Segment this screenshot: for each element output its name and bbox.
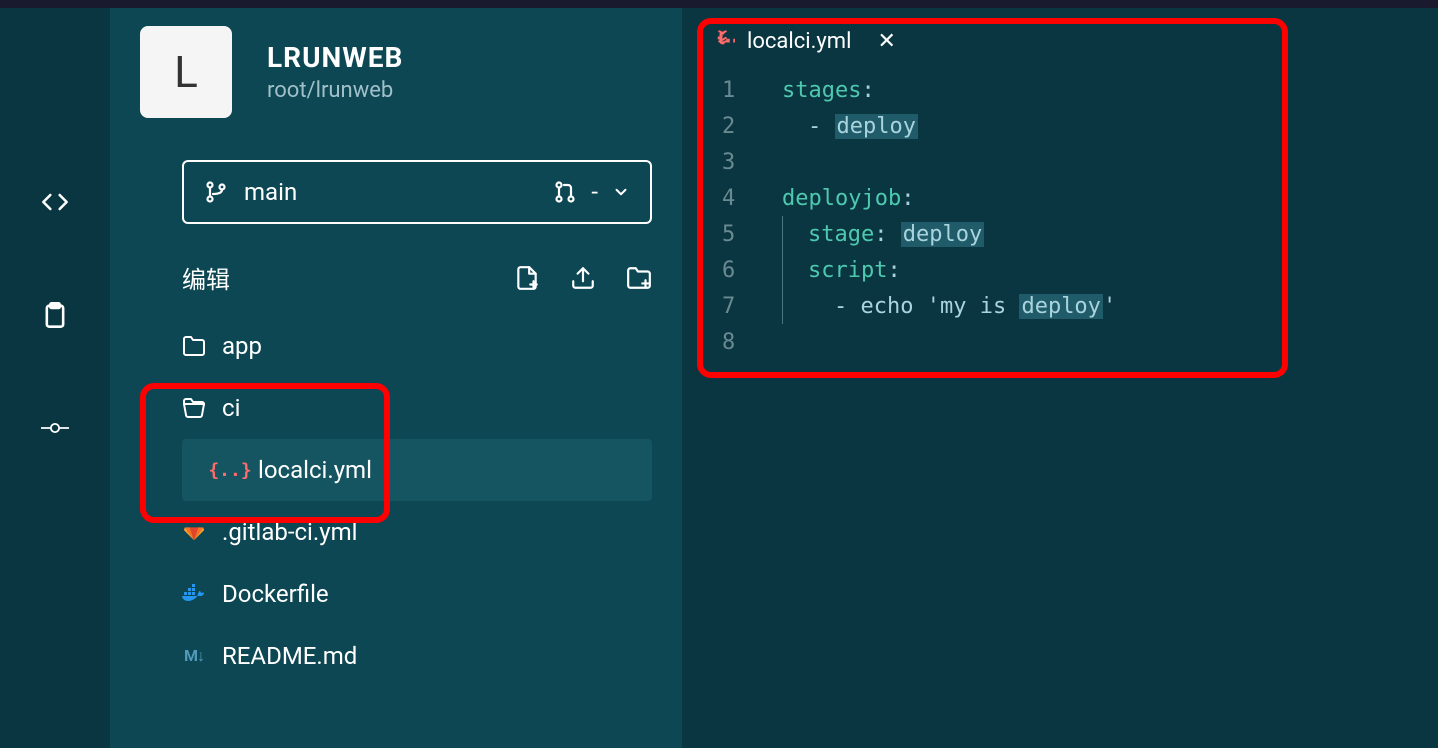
line-number: 2 [722,114,782,139]
line-number: 3 [722,150,782,175]
line-number: 4 [722,186,782,211]
tree-item-label: localci.yml [258,456,372,484]
code-line: 3 [722,144,1438,180]
code-line: 6script: [722,252,1438,288]
branch-selector[interactable]: main - [182,160,652,224]
commit-icon[interactable] [41,414,69,442]
close-icon[interactable]: ✕ [877,29,895,54]
line-content: stages: [782,78,875,103]
project-path: root/lrunweb [267,78,403,103]
project-name: LRUNWEB [267,41,403,74]
branch-name: main [244,178,297,206]
tree-item--gitlab-ci-yml[interactable]: .gitlab-ci.yml [182,501,652,563]
tree-item-label: app [222,332,262,360]
svg-text:{..}: {..} [718,30,736,44]
editor-tab[interactable]: {..} localci.yml ✕ [715,28,896,54]
code-editor[interactable]: 1stages:2- deploy34deployjob:5stage: dep… [682,56,1438,360]
tree-item-label: README.md [222,642,357,670]
file-explorer-sidebar: L LRUNWEB root/lrunweb main - 编辑 [110,8,682,748]
code-line: 4deployjob: [722,180,1438,216]
line-number: 1 [722,78,782,103]
upload-icon[interactable] [570,265,596,291]
line-content: stage: deploy [782,216,984,252]
top-bar [0,0,1438,8]
tree-item-localci-yml[interactable]: {..} localci.yml [182,439,652,501]
gitlab-icon [182,520,206,544]
clipboard-icon[interactable] [41,301,69,329]
folder-icon [182,334,206,358]
markdown-icon: M↓ [182,644,206,668]
editor-tab-bar: {..} localci.yml ✕ [682,8,1438,56]
yaml-file-icon: {..} [715,28,735,54]
docker-icon [182,582,206,606]
line-content: script: [782,252,901,288]
new-folder-icon[interactable] [626,265,652,291]
tree-item-readme-md[interactable]: M↓ README.md [182,625,652,687]
code-line: 7- echo 'my is deploy' [722,288,1438,324]
activity-bar [0,8,110,748]
line-content: deployjob: [782,186,914,211]
chevron-down-icon [612,183,630,201]
code-line: 8 [722,324,1438,360]
new-file-icon[interactable] [514,265,540,291]
tree-item-label: Dockerfile [222,580,329,608]
project-header: L LRUNWEB root/lrunweb [140,26,652,118]
code-line: 5stage: deploy [722,216,1438,252]
line-content: - echo 'my is deploy' [782,288,1116,324]
folder-open-icon [182,396,206,420]
merge-request-icon [553,180,577,204]
editor-area: {..} localci.yml ✕ 1stages:2- deploy34de… [682,8,1438,748]
tree-item-app[interactable]: app [182,315,652,377]
project-avatar: L [140,26,232,118]
line-number: 6 [722,258,782,283]
tree-item-dockerfile[interactable]: Dockerfile [182,563,652,625]
tree-item-label: ci [222,394,240,422]
line-number: 8 [722,330,782,355]
merge-request-count: - [591,178,598,206]
code-line: 2- deploy [722,108,1438,144]
line-number: 7 [722,294,782,319]
line-content: - deploy [782,114,918,139]
tree-item-ci[interactable]: ci [182,377,652,439]
file-tree: app ci {..} localci.yml .gitlab-ci.yml Docker… [182,315,652,687]
tab-filename: localci.yml [747,29,851,54]
tree-item-label: .gitlab-ci.yml [222,518,357,546]
line-number: 5 [722,222,782,247]
branch-icon [204,180,228,204]
yaml-icon: {..} [218,458,242,482]
code-icon[interactable] [41,188,69,216]
code-line: 1stages: [722,72,1438,108]
edit-section-label: 编辑 [182,260,230,295]
